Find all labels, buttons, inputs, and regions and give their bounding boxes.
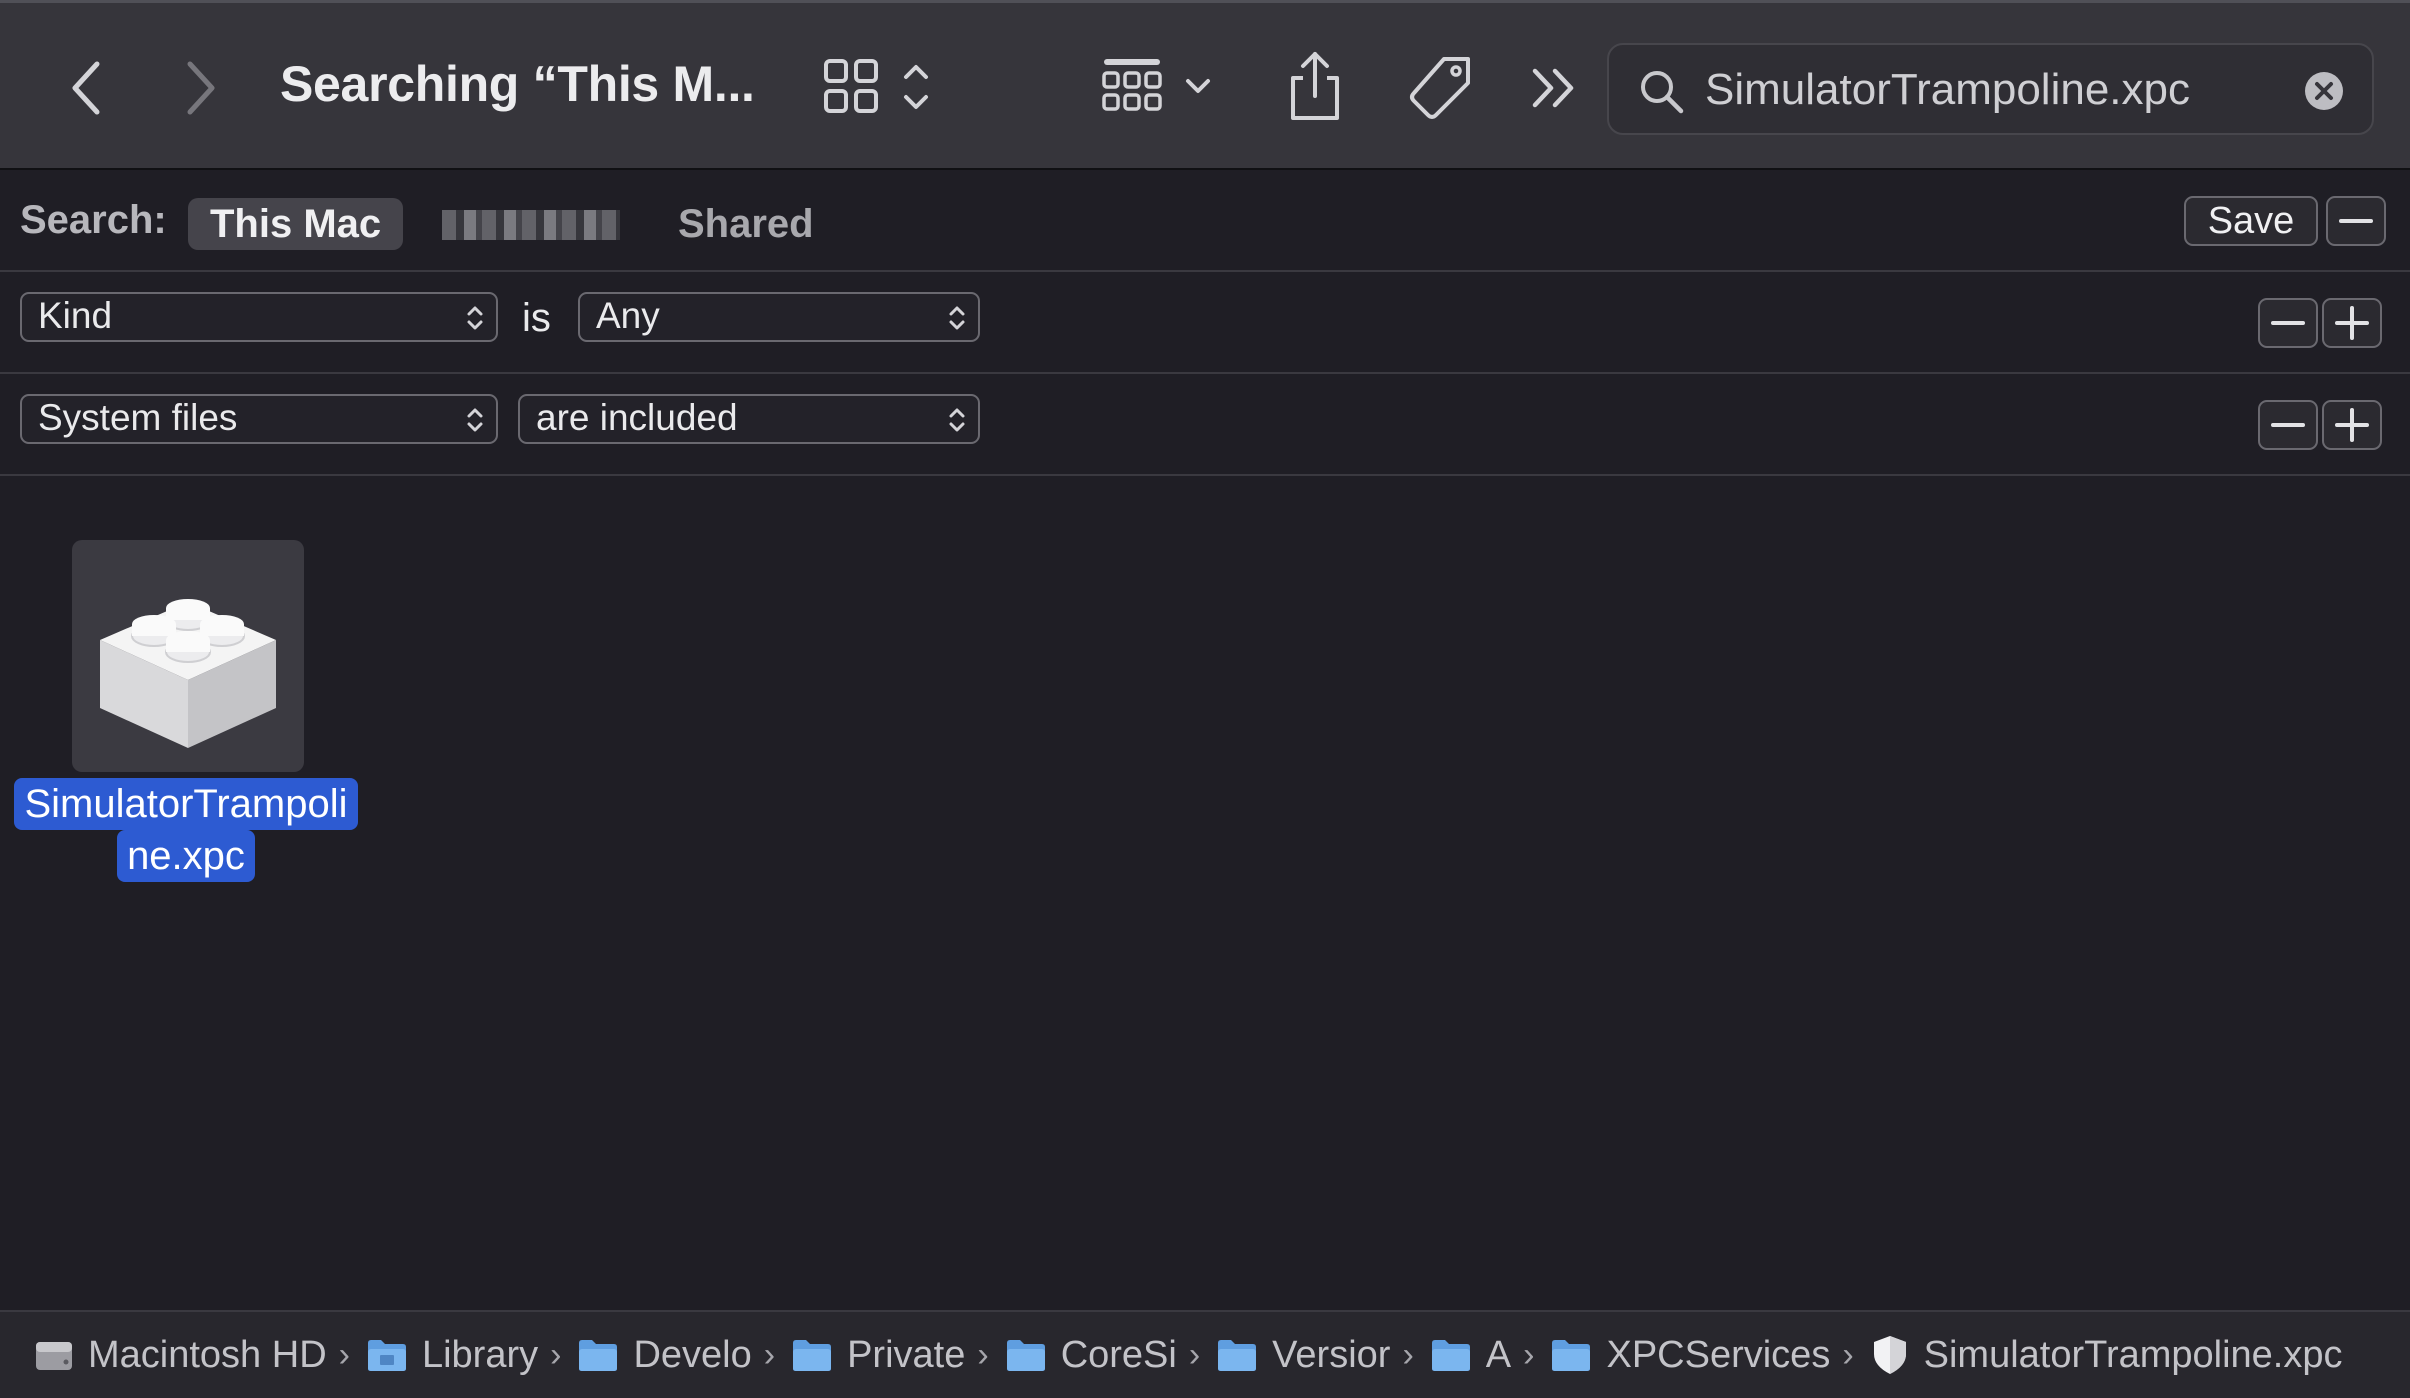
criteria-value-popup[interactable]: Any (578, 292, 980, 342)
path-separator: › (338, 1335, 350, 1374)
share-icon (1291, 51, 1339, 120)
up-down-chevron-icon (949, 306, 965, 330)
path-item-macintosh-hd[interactable]: Macintosh HD (34, 1334, 327, 1377)
remove-search-bar-button[interactable] (2326, 196, 2386, 246)
plus-icon (2335, 306, 2369, 340)
path-item-label: SimulatorTrampoline.xpc (1923, 1333, 2343, 1376)
minus-icon (2271, 423, 2305, 427)
window-title: Searching “This M... (280, 56, 755, 112)
path-item-label: Macintosh HD (88, 1333, 327, 1376)
minus-icon (2271, 321, 2305, 325)
shield-icon (1873, 1336, 1906, 1374)
path-separator: › (977, 1335, 989, 1374)
search-icon (1641, 71, 1684, 114)
search-scope-label: Search: (20, 198, 167, 242)
clear-search-icon[interactable] (2302, 69, 2346, 113)
path-item-label: Versior (1272, 1333, 1391, 1376)
path-item-library[interactable]: Library (366, 1334, 538, 1377)
path-item-xpcservices[interactable]: XPCServices (1550, 1334, 1830, 1377)
folder-icon (793, 1340, 832, 1371)
file-name-line-2: ne.xpc (117, 830, 255, 882)
group-grid-icon (1102, 59, 1210, 111)
file-name-line-1: SimulatorTrampoli (14, 778, 358, 830)
path-item-coresimulator[interactable]: CoreSi (1005, 1334, 1177, 1377)
save-search-button[interactable]: Save (2184, 196, 2318, 246)
path-separator: › (1523, 1335, 1535, 1374)
forward-button[interactable] (175, 53, 225, 123)
criteria-attribute-popup[interactable]: System files (20, 394, 498, 444)
search-results-area: SimulatorTrampoli ne.xpc (0, 478, 2410, 1310)
folder-icon (1218, 1340, 1257, 1371)
path-bar: Macintosh HD › Library › Develo › Privat… (0, 1310, 2410, 1398)
scope-shared[interactable]: Shared (656, 198, 836, 250)
xpc-bundle-icon (100, 599, 276, 748)
folder-icon (367, 1340, 406, 1371)
search-scope-bar: Search: This Mac Shared Save (0, 170, 2410, 272)
path-item-label: CoreSi (1060, 1333, 1177, 1376)
criteria-attribute-popup[interactable]: Kind (20, 292, 498, 342)
search-input[interactable] (1705, 59, 2265, 121)
up-down-chevron-icon (467, 408, 483, 432)
path-item-label: Private (847, 1333, 966, 1376)
add-criteria-button[interactable] (2322, 400, 2382, 450)
back-button[interactable] (62, 53, 112, 123)
tags-button[interactable] (1404, 53, 1478, 123)
path-item-label: A (1485, 1333, 1512, 1376)
window-toolbar: Searching “This M... (0, 0, 2410, 170)
path-item-simulatortrampoline[interactable]: SimulatorTrampoline.xpc (1870, 1334, 2343, 1377)
path-separator: › (763, 1335, 776, 1374)
icon-grid-view-icon (824, 59, 928, 113)
scope-this-mac[interactable]: This Mac (188, 198, 404, 250)
hard-drive-icon (36, 1342, 72, 1370)
folder-icon (1431, 1340, 1470, 1371)
criteria-row-system-files: System files are included (0, 374, 2410, 476)
minus-icon (2339, 219, 2373, 223)
path-item-versions[interactable]: Versior (1216, 1334, 1390, 1377)
plus-icon (2335, 408, 2369, 442)
double-chevron-right-icon (1532, 68, 1574, 108)
remove-criteria-button[interactable] (2258, 400, 2318, 450)
group-by-button[interactable] (1100, 55, 1225, 119)
criteria-value-popup[interactable]: are included (518, 394, 980, 444)
criteria-attribute-label: Kind (38, 295, 113, 336)
remove-criteria-button[interactable] (2258, 298, 2318, 348)
folder-icon (1552, 1340, 1591, 1371)
chevron-right-icon (187, 61, 215, 115)
path-separator: › (1188, 1335, 1201, 1374)
criteria-attribute-label: System files (38, 397, 238, 438)
chevron-left-icon (72, 61, 100, 115)
path-item-developer[interactable]: Develo (577, 1333, 752, 1377)
share-button[interactable] (1282, 48, 1348, 123)
criteria-operator-label: is (522, 296, 551, 340)
result-file-item[interactable]: SimulatorTrampoli ne.xpc (10, 540, 362, 900)
up-down-chevron-icon (949, 408, 965, 432)
tag-icon (1410, 57, 1470, 119)
scope-user-folder-redacted[interactable] (420, 198, 630, 250)
path-item-label: XPCServices (1606, 1333, 1831, 1376)
criteria-row-kind: Kind is Any (0, 272, 2410, 374)
path-separator: › (550, 1335, 562, 1374)
up-down-chevron-icon (467, 306, 483, 330)
file-name-label: SimulatorTrampoli ne.xpc (10, 778, 362, 882)
path-separator: › (1402, 1335, 1414, 1374)
search-field[interactable] (1607, 43, 2374, 135)
path-item-label: Library (421, 1333, 539, 1376)
criteria-value-label: Any (596, 295, 660, 336)
path-item-private[interactable]: Private (791, 1334, 965, 1377)
redacted-label (442, 210, 620, 240)
path-item-label: Develo (633, 1333, 752, 1376)
add-criteria-button[interactable] (2322, 298, 2382, 348)
criteria-value-label: are included (536, 397, 738, 438)
view-mode-button[interactable] (822, 55, 942, 119)
more-toolbar-items-button[interactable] (1526, 61, 1582, 115)
path-item-a[interactable]: A (1430, 1334, 1511, 1377)
file-thumbnail (72, 540, 304, 772)
path-separator: › (1842, 1335, 1854, 1374)
folder-icon (579, 1340, 618, 1371)
folder-icon (1006, 1340, 1045, 1371)
